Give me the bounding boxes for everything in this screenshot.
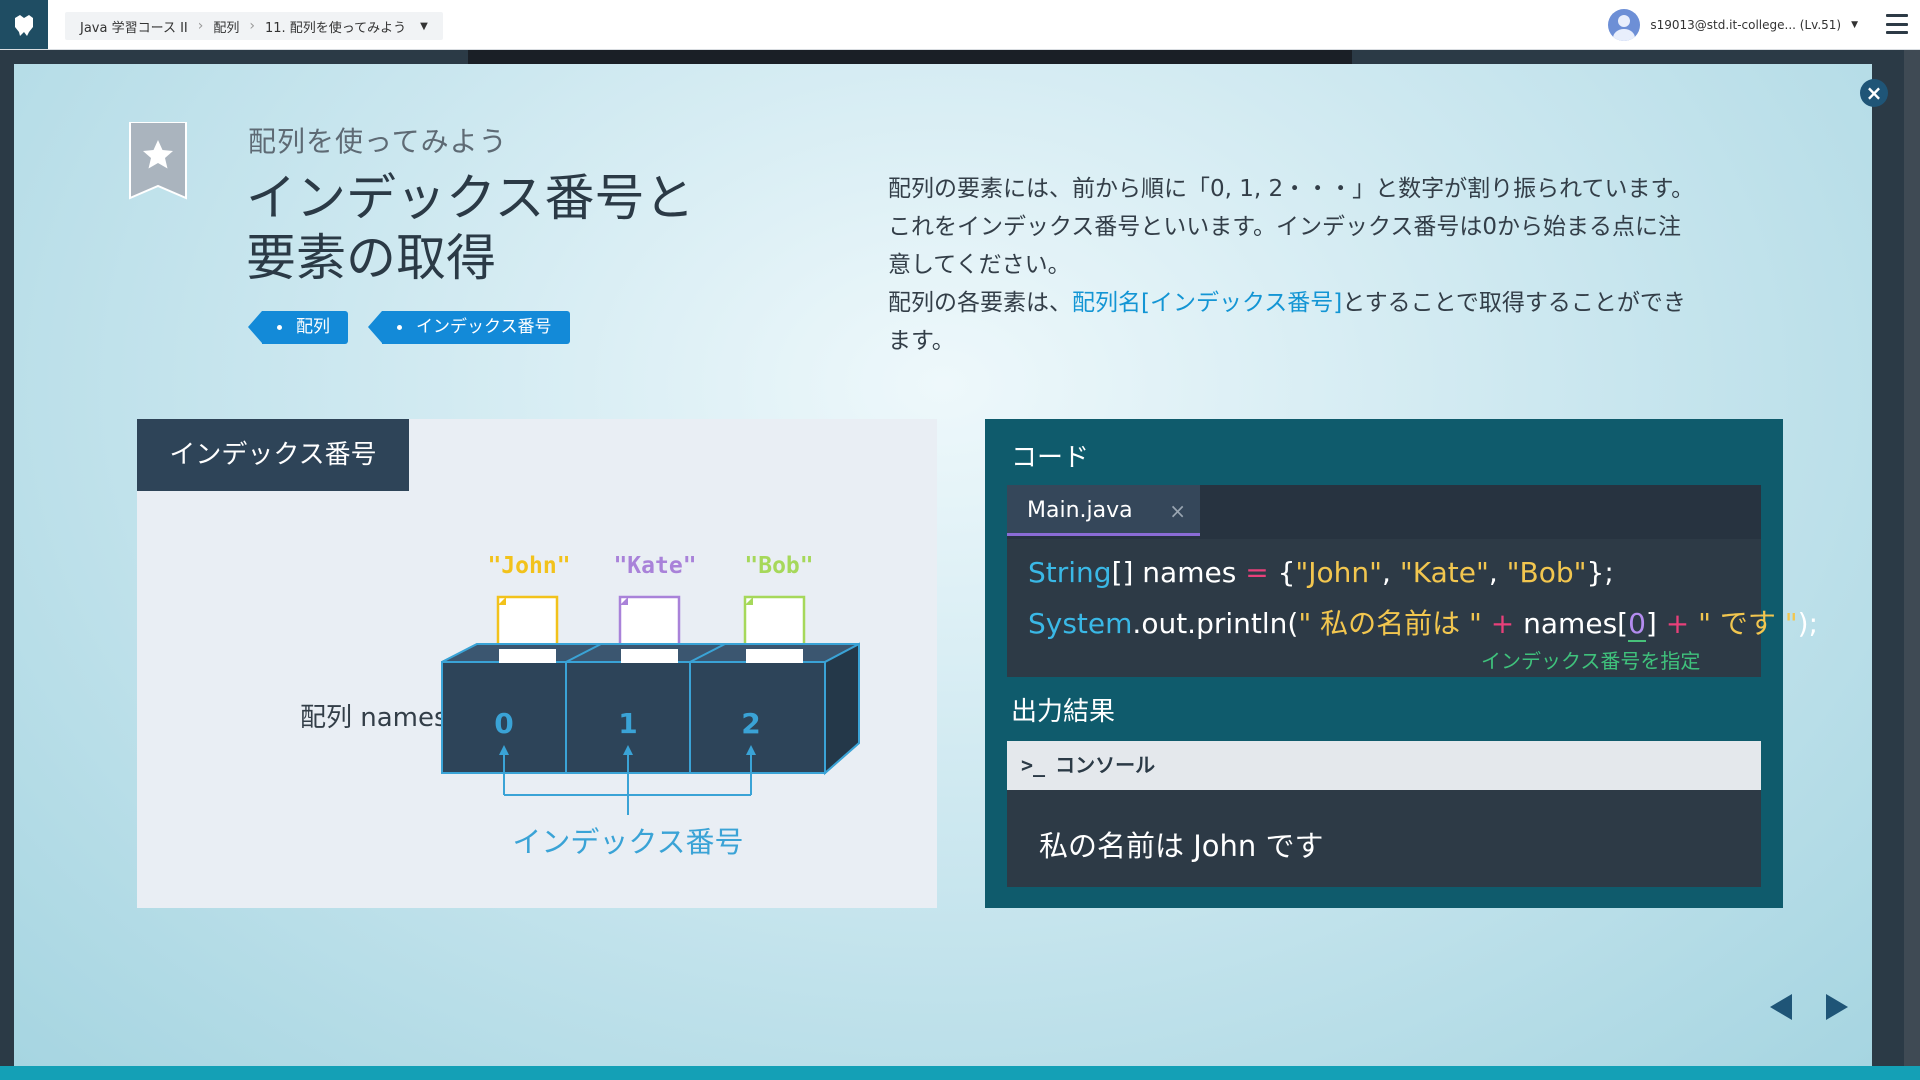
code-token: names[ [1523,607,1629,640]
desc-highlight: 配列名[インデックス番号] [1072,290,1343,316]
code-token: " 私の名前は " [1298,607,1482,640]
scrollbar[interactable] [1904,50,1920,1080]
element-label-john: "John" [487,553,570,579]
desc-line: これをインデックス番号といいます。インデックス番号は0から始まる点に注 [888,214,1681,240]
code-editor: Main.java × String[] names = {"John", "K… [1007,485,1818,677]
code-token: + [1481,607,1524,640]
code-line-2: System.out.println(" 私の名前は " + names[0] … [1028,602,1818,642]
code-annotation: インデックス番号を指定 [1481,649,1701,673]
desc-line: ます。 [888,328,955,354]
index-1: 1 [618,707,637,740]
console: >_ コンソール 私の名前は John です [1007,741,1761,887]
element-label-bob: "Bob" [744,553,813,579]
terminal-prompt-icon: >_ [1021,753,1046,777]
desc-text: 配列の各要素は、 [888,290,1072,316]
array-label: 配列 names [300,703,448,733]
tab-label: Main.java [1027,498,1133,523]
code-token: " です " [1698,607,1798,640]
prev-slide-button[interactable] [1770,994,1792,1020]
code-token: = [1245,556,1269,589]
code-index-token: 0 [1628,607,1646,642]
lesson-description: 配列の要素には、前から順に「0, 1, 2・・・」と数字が割り振られています。 … [888,170,1748,360]
code-token: }; [1586,556,1614,589]
hamburger-menu-icon[interactable] [1886,14,1908,34]
breadcrumb-course[interactable]: Java 学習コース II [80,17,188,36]
index-0: 0 [494,707,513,740]
next-slide-button[interactable] [1826,994,1848,1020]
code-token: String [1028,556,1112,589]
code-token: + [1656,607,1699,640]
code-token: "Kate" [1399,556,1489,589]
desc-line: 配列の要素には、前から順に「0, 1, 2・・・」と数字が割り振られています。 [888,176,1695,202]
tag-list: 配列 インデックス番号 [248,311,570,344]
progate-logo-icon [15,14,33,36]
user-menu[interactable]: s19013@std.it-college... (Lv.51) ▼ [1608,9,1858,41]
user-label[interactable]: s19013@std.it-college... (Lv.51) [1650,18,1841,32]
caret-down-icon[interactable]: ▼ [420,21,428,32]
logo-icon[interactable] [0,0,48,49]
desc-line: 配列の各要素は、配列名[インデックス番号]とすることで取得することができ [888,284,1748,322]
breadcrumb-lesson[interactable]: 11. 配列を使ってみよう [265,17,406,36]
close-button[interactable]: × [1860,79,1888,107]
tag-index-number[interactable]: インデックス番号 [368,311,570,344]
desc-text: とすることで取得することができ [1342,290,1686,316]
code-token: , [1488,556,1507,589]
code-token: { [1268,556,1296,589]
chevron-right-icon: › [249,18,255,34]
breadcrumb: Java 学習コース II › 配列 › 11. 配列を使ってみよう ▼ [65,12,443,40]
avatar[interactable] [1608,9,1641,41]
background-strip [468,50,1352,64]
code-token: System [1028,607,1133,640]
code-panel: コード Main.java × String[] names = {"John"… [985,419,1818,908]
code-line-1: String[] names = {"John", "Kate", "Bob"}… [1028,556,1614,589]
caret-down-icon[interactable]: ▼ [1851,20,1858,30]
console-label: コンソール [1055,753,1156,777]
top-bar: Java 学習コース II › 配列 › 11. 配列を使ってみよう ▼ s19… [0,0,1920,50]
desc-line: 意してください。 [888,252,1071,278]
title-line: 要素の取得 [246,229,496,287]
code-token: ); [1797,607,1819,640]
close-icon[interactable]: × [1169,485,1186,537]
diagram-panel: インデックス番号 配列 names "John" "Kate" "Bob" 0 … [137,419,937,908]
index-2: 2 [741,707,760,740]
breadcrumb-chapter[interactable]: 配列 [213,17,239,36]
lesson-title: インデックス番号と 要素の取得 [246,168,766,288]
console-title-bar: >_ コンソール [1007,741,1761,790]
chevron-right-icon: › [197,18,204,34]
index-caption: インデックス番号 [512,825,743,859]
code-token: .out.println( [1132,607,1299,640]
code-token: , [1382,556,1400,589]
console-output: 私の名前は John です [1039,829,1324,863]
bookmark-star-icon[interactable] [128,122,188,202]
editor-tab-bar: Main.java × [1007,485,1761,539]
array-diagram: 配列 names "John" "Kate" "Bob" 0 1 2 インデック… [300,553,860,859]
element-label-kate: "Kate" [613,553,696,579]
code-header: コード [1011,443,1090,473]
code-token: "John" [1295,556,1383,589]
code-token: ] [1645,607,1657,640]
tab-main-java[interactable]: Main.java × [1007,485,1200,536]
lesson-subtitle: 配列を使ってみよう [248,125,508,158]
title-line: インデックス番号と [246,169,695,227]
background-strip-bottom [0,1066,1920,1080]
slide-navigation [1770,994,1848,1020]
code-token: [] names [1111,556,1246,589]
output-header: 出力結果 [1011,697,1116,727]
code-token: "Bob" [1506,556,1587,589]
tag-array[interactable]: 配列 [248,311,348,344]
